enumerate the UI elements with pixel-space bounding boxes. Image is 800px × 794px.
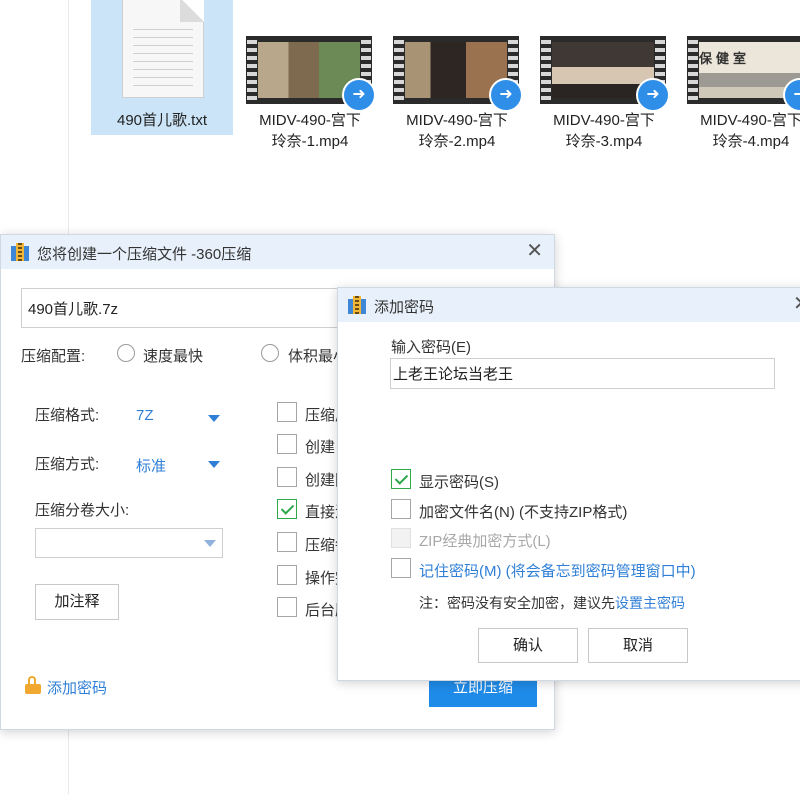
- archive-icon: [348, 296, 366, 314]
- close-icon[interactable]: ✕: [793, 294, 800, 314]
- format-label: 压缩格式:: [35, 407, 100, 424]
- add-comment-button[interactable]: 加注释: [35, 584, 119, 620]
- file-name-line1: MIDV-490-宫下: [406, 112, 508, 129]
- option-sfx-checkbox[interactable]: [277, 434, 297, 454]
- video-play-icon: ➜: [636, 78, 670, 112]
- unlock-icon: [25, 676, 41, 694]
- remember-password-label[interactable]: 记住密码(M) (将会备忘到密码管理窗口中): [419, 560, 696, 581]
- option-add-direct-checkbox[interactable]: [277, 499, 297, 519]
- security-note: 注：密码没有安全加密，建议先设置主密码: [419, 593, 685, 613]
- zip-classic-label: ZIP经典加密方式(L): [419, 533, 551, 550]
- format-select[interactable]: 7Z: [136, 407, 154, 424]
- split-size-select[interactable]: [35, 528, 223, 558]
- cancel-button[interactable]: 取消: [588, 628, 688, 663]
- option-delete-source-checkbox[interactable]: [277, 402, 297, 422]
- ok-label: 确认: [512, 637, 543, 654]
- add-password-link[interactable]: 添加密码: [47, 677, 107, 698]
- file-name-line2: 玲奈-2.mp4: [418, 133, 496, 150]
- video-play-icon: ➜: [489, 78, 523, 112]
- set-master-password-link[interactable]: 设置主密码: [615, 595, 685, 611]
- chevron-down-icon[interactable]: [208, 415, 220, 422]
- option-solid-checkbox[interactable]: [277, 467, 297, 487]
- compress-now-label: 立即压缩: [452, 679, 513, 696]
- password-dialog-titlebar: 添加密码 ✕: [338, 288, 800, 322]
- radio-fast-label[interactable]: 速度最快: [143, 345, 203, 366]
- option-separate-checkbox[interactable]: [277, 532, 297, 552]
- video-play-icon: ➜: [342, 78, 376, 112]
- method-select[interactable]: 标准: [136, 455, 166, 476]
- file-item-video-2[interactable]: ➜ MIDV-490-宫下 玲奈-2.mp4: [387, 36, 527, 156]
- file-item-video-1[interactable]: ➜ MIDV-490-宫下 玲奈-1.mp4: [240, 36, 380, 156]
- chevron-down-icon[interactable]: [204, 540, 216, 547]
- password-dialog: 添加密码 ✕ 输入密码(E) 上老王论坛当老王 显示密码(S) 加密文件名(N)…: [337, 287, 800, 681]
- filename-value: 490首儿歌.7z: [28, 301, 119, 318]
- file-name-line1: MIDV-490-宫下: [700, 112, 800, 129]
- dialog-title: 添加密码: [374, 299, 435, 316]
- thumbnail-sign-text: 保健室: [699, 51, 751, 66]
- file-item-video-4[interactable]: 保健室 ➜ MIDV-490-宫下 玲奈-4.mp4: [681, 36, 800, 156]
- text-file-icon: [122, 0, 204, 98]
- security-note-text: 注：密码没有安全加密，建议先: [419, 595, 615, 611]
- file-name-line1: MIDV-490-宫下: [259, 112, 361, 129]
- password-input[interactable]: 上老王论坛当老王: [390, 358, 775, 389]
- remember-password-checkbox[interactable]: [391, 558, 411, 578]
- file-name-line2: 玲奈-3.mp4: [565, 133, 643, 150]
- zip-classic-checkbox: [391, 528, 411, 548]
- close-icon[interactable]: ✕: [526, 241, 543, 261]
- file-name-line1: MIDV-490-宫下: [553, 112, 655, 129]
- encrypt-filenames-checkbox[interactable]: [391, 499, 411, 519]
- split-size-label: 压缩分卷大小:: [35, 502, 130, 519]
- archive-icon: [11, 243, 29, 261]
- radio-fast[interactable]: [117, 344, 135, 362]
- option-shutdown-checkbox[interactable]: [277, 565, 297, 585]
- option-background-checkbox[interactable]: [277, 597, 297, 617]
- file-name-line2: 玲奈-4.mp4: [712, 133, 790, 150]
- show-password-checkbox[interactable]: [391, 469, 411, 489]
- password-input-label: 输入密码(E): [391, 339, 471, 356]
- show-password-label[interactable]: 显示密码(S): [419, 471, 499, 492]
- add-comment-label: 加注释: [54, 593, 100, 610]
- password-value: 上老王论坛当老王: [393, 366, 514, 383]
- chevron-down-icon[interactable]: [208, 461, 220, 468]
- config-label: 压缩配置:: [21, 348, 86, 365]
- compress-dialog-titlebar: 您将创建一个压缩文件 -360压缩 ✕: [1, 235, 554, 269]
- encrypt-filenames-label[interactable]: 加密文件名(N) (不支持ZIP格式): [419, 501, 627, 522]
- file-name-line2: 玲奈-1.mp4: [271, 133, 349, 150]
- dialog-title: 您将创建一个压缩文件 -360压缩: [37, 246, 252, 263]
- file-item-txt[interactable]: 490首儿歌.txt: [91, 0, 233, 135]
- file-item-video-3[interactable]: ➜ MIDV-490-宫下 玲奈-3.mp4: [534, 36, 674, 156]
- ok-button[interactable]: 确认: [478, 628, 578, 663]
- file-name: 490首儿歌.txt: [116, 112, 208, 129]
- radio-smallest[interactable]: [261, 344, 279, 362]
- cancel-label: 取消: [622, 637, 653, 654]
- method-label: 压缩方式:: [35, 456, 100, 473]
